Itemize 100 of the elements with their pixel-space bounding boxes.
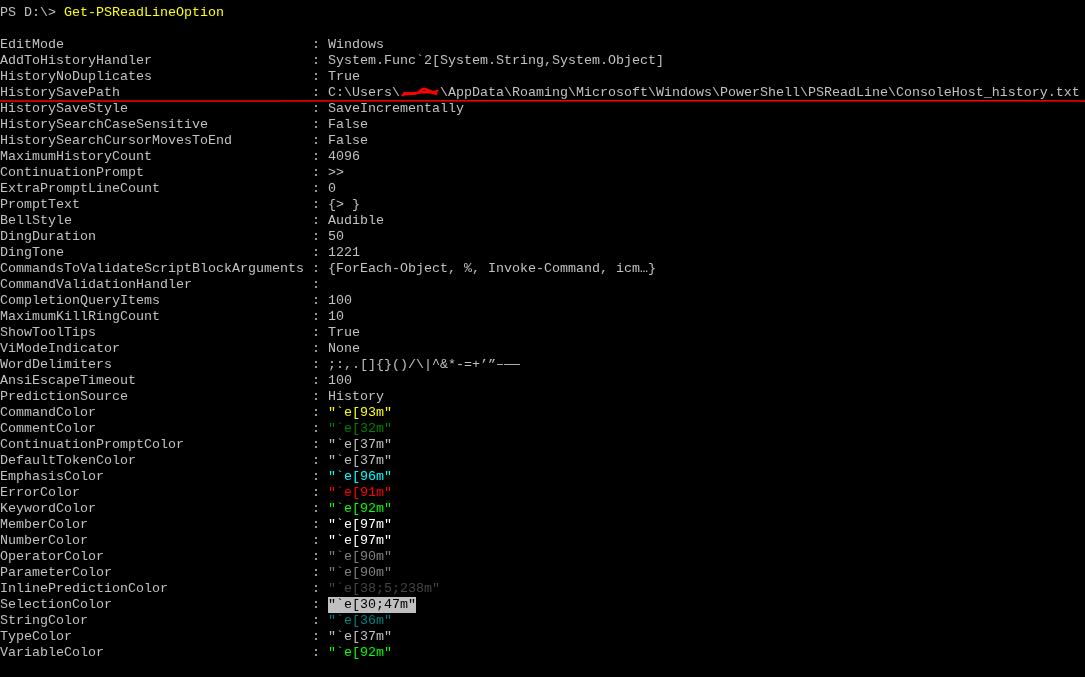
colon-separator: :	[312, 357, 320, 373]
option-value: \AppData\Roaming\Microsoft\Windows\PowerShell\PSReadLine\ConsoleHost_history.txt	[440, 85, 1080, 101]
colon-separator: :	[312, 277, 320, 293]
option-value: "`e[97m"	[328, 533, 392, 549]
option-value: "`e[37m"	[328, 629, 392, 645]
option-name: EditMode	[0, 37, 65, 53]
colon-separator: :	[312, 149, 320, 165]
option-value: System.Func`2[System.String,System.Object]	[328, 53, 664, 69]
colon-separator: :	[312, 405, 320, 421]
option-name: BellStyle	[0, 213, 73, 229]
option-name: CompletionQueryItems	[0, 293, 161, 309]
colon-separator: :	[312, 37, 320, 53]
colon-separator: :	[312, 133, 320, 149]
colon-separator: :	[312, 565, 320, 581]
option-value: "`e[30;47m"	[328, 597, 416, 613]
colon-separator: :	[312, 581, 320, 597]
colon-separator: :	[312, 309, 320, 325]
option-name: DingDuration	[0, 229, 97, 245]
option-name: CommentColor	[0, 421, 97, 437]
colon-separator: :	[312, 53, 320, 69]
option-name: DefaultTokenColor	[0, 453, 137, 469]
option-name: SelectionColor	[0, 597, 113, 613]
option-name: AnsiEscapeTimeout	[0, 373, 137, 389]
option-value: 100	[328, 373, 352, 389]
colon-separator: :	[312, 501, 320, 517]
option-name: CommandsToValidateScriptBlockArguments	[0, 261, 305, 277]
option-name: KeywordColor	[0, 501, 97, 517]
colon-separator: :	[312, 533, 320, 549]
option-value: "`e[37m"	[328, 453, 392, 469]
colon-separator: :	[312, 469, 320, 485]
colon-separator: :	[312, 229, 320, 245]
colon-separator: :	[312, 421, 320, 437]
option-name: ErrorColor	[0, 485, 81, 501]
option-value: "`e[97m"	[328, 517, 392, 533]
colon-separator: :	[312, 69, 320, 85]
colon-separator: :	[312, 549, 320, 565]
option-value: "`e[90m"	[328, 565, 392, 581]
option-value: "`e[38;5;238m"	[328, 581, 440, 597]
prompt: PS D:\>	[0, 5, 56, 21]
option-name: OperatorColor	[0, 549, 105, 565]
option-value: {> }	[328, 197, 360, 213]
option-name: ExtraPromptLineCount	[0, 181, 161, 197]
option-value: {ForEach-Object, %, Invoke-Command, icm…}	[328, 261, 656, 277]
option-name: CommandColor	[0, 405, 97, 421]
colon-separator: :	[312, 613, 320, 629]
option-value: 10	[328, 309, 344, 325]
option-value: False	[328, 117, 368, 133]
option-value: "`e[90m"	[328, 549, 392, 565]
option-value: Windows	[328, 37, 384, 53]
colon-separator: :	[312, 261, 320, 277]
option-name: ContinuationPromptColor	[0, 437, 185, 453]
option-value: C:\Users\	[328, 85, 400, 101]
option-name: InlinePredictionColor	[0, 581, 169, 597]
option-name: PromptText	[0, 197, 81, 213]
option-name: MemberColor	[0, 517, 89, 533]
option-name: ContinuationPrompt	[0, 165, 145, 181]
option-name: VariableColor	[0, 645, 105, 661]
option-name: TypeColor	[0, 629, 73, 645]
colon-separator: :	[312, 165, 320, 181]
redaction-scribble-icon	[400, 87, 440, 99]
option-name: HistoryNoDuplicates	[0, 69, 153, 85]
option-name: PredictionSource	[0, 389, 129, 405]
option-value: ;:,.[]{}()/\|^&*-=+’”–—―	[328, 357, 520, 373]
option-value: 1221	[328, 245, 360, 261]
colon-separator: :	[312, 453, 320, 469]
option-value: 100	[328, 293, 352, 309]
option-value: True	[328, 325, 360, 341]
colon-separator: :	[312, 437, 320, 453]
option-value: SaveIncrementally	[328, 101, 464, 117]
option-name: AddToHistoryHandler	[0, 53, 153, 69]
option-name: HistorySaveStyle	[0, 101, 129, 117]
option-name: HistorySearchCursorMovesToEnd	[0, 133, 233, 149]
option-name: MaximumHistoryCount	[0, 149, 153, 165]
colon-separator: :	[312, 293, 320, 309]
colon-separator: :	[312, 341, 320, 357]
option-name: MaximumKillRingCount	[0, 309, 161, 325]
colon-separator: :	[312, 117, 320, 133]
option-name: HistorySearchCaseSensitive	[0, 117, 209, 133]
option-name: EmphasisColor	[0, 469, 105, 485]
colon-separator: :	[312, 485, 320, 501]
option-value: 0	[328, 181, 336, 197]
option-name: DingTone	[0, 245, 65, 261]
option-name: ViModeIndicator	[0, 341, 121, 357]
option-value: >>	[328, 165, 344, 181]
option-value: History	[328, 389, 384, 405]
option-value: 50	[328, 229, 344, 245]
option-name: StringColor	[0, 613, 89, 629]
colon-separator: :	[312, 245, 320, 261]
option-value: "`e[37m"	[328, 437, 392, 453]
option-value: "`e[96m"	[328, 469, 392, 485]
command-text: Get-PSReadLineOption	[64, 5, 224, 21]
option-value: "`e[32m"	[328, 421, 392, 437]
option-name: ParameterColor	[0, 565, 113, 581]
option-value: "`e[91m"	[328, 485, 392, 501]
colon-separator: :	[312, 517, 320, 533]
colon-separator: :	[312, 325, 320, 341]
colon-separator: :	[312, 213, 320, 229]
colon-separator: :	[312, 181, 320, 197]
colon-separator: :	[312, 389, 320, 405]
option-value: False	[328, 133, 368, 149]
